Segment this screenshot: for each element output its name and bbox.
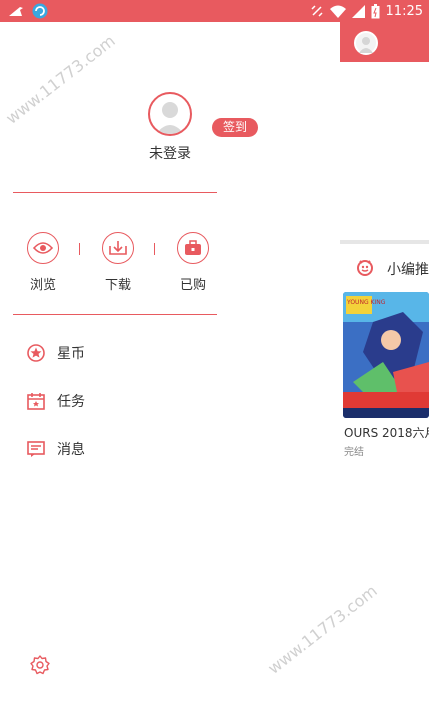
calendar-star-icon	[26, 391, 46, 411]
message-icon	[26, 439, 46, 459]
comic-cover[interactable]: YOUNG KING	[343, 292, 429, 418]
screen: 11:25 小编推 YOUNG KING OURS 2018六月 完结 未登录 …	[0, 0, 429, 715]
editor-pick-icon	[357, 260, 373, 276]
battery-icon	[371, 3, 380, 18]
profile-divider	[13, 192, 217, 193]
quick-action-browse[interactable]: 浏览	[26, 232, 60, 293]
bird-icon	[9, 7, 23, 16]
actions-divider	[13, 314, 217, 315]
separator	[154, 243, 155, 255]
user-icon	[359, 37, 373, 53]
checkin-button[interactable]: 签到	[212, 118, 258, 137]
comic-title[interactable]: OURS 2018六月	[344, 424, 429, 441]
section-divider	[340, 240, 429, 244]
background-avatar[interactable]	[354, 31, 378, 55]
menu-item-label: 消息	[57, 442, 85, 458]
eye-icon	[27, 232, 59, 264]
quick-action-label: 已购	[179, 278, 206, 293]
app-notification-icon	[32, 3, 48, 19]
user-icon	[156, 102, 184, 134]
quick-action-purchased[interactable]: 已购	[176, 232, 210, 293]
cover-logo-text: YOUNG KING	[346, 299, 386, 306]
gear-icon	[30, 655, 50, 675]
menu-item-tasks[interactable]: 任务	[26, 390, 85, 412]
signal-icon	[351, 4, 365, 18]
separator	[79, 243, 80, 255]
navigation-drawer: 未登录 签到 浏览 下载 已购 星币 任务 消息	[0, 22, 340, 715]
section-title[interactable]: 小编推	[387, 259, 429, 279]
quick-action-download[interactable]: 下载	[101, 232, 135, 293]
wifi-icon	[329, 5, 346, 18]
vibrate-icon	[311, 5, 323, 17]
menu-item-label: 任务	[57, 394, 85, 410]
username-label[interactable]: 未登录	[140, 143, 200, 163]
comic-cover-art: YOUNG KING	[343, 292, 429, 418]
quick-action-label: 下载	[104, 278, 131, 293]
download-icon	[102, 232, 134, 264]
notification-icons	[8, 2, 48, 20]
comic-status: 完结	[344, 447, 364, 458]
clock: 11:25	[385, 3, 423, 19]
star-coin-icon	[26, 343, 46, 363]
quick-action-label: 浏览	[29, 278, 56, 293]
menu-item-label: 星币	[57, 346, 85, 362]
system-status: 11:25	[310, 2, 423, 20]
briefcase-icon	[177, 232, 209, 264]
menu-item-star-coin[interactable]: 星币	[26, 342, 85, 364]
status-bar: 11:25	[0, 0, 429, 22]
menu-item-messages[interactable]: 消息	[26, 438, 85, 460]
avatar[interactable]	[148, 92, 192, 136]
settings-button[interactable]	[30, 655, 50, 675]
